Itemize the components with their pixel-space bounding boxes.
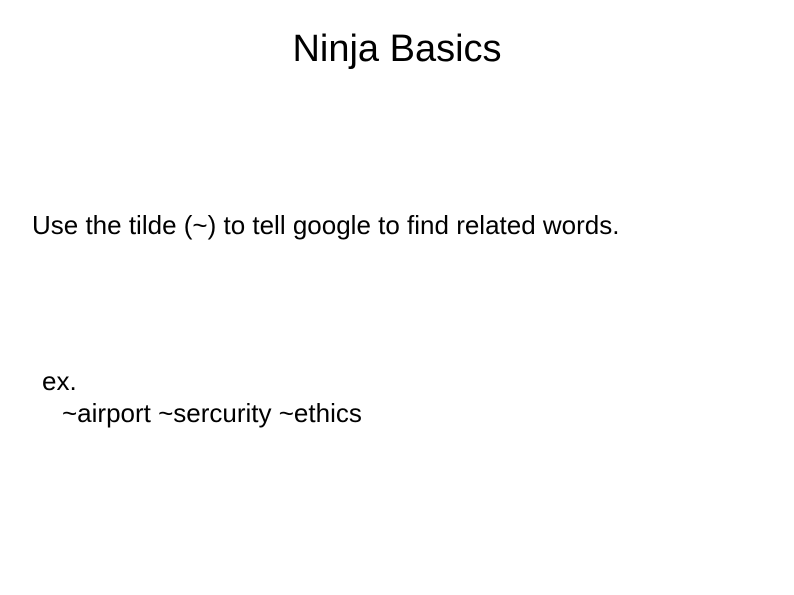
slide-title: Ninja Basics <box>0 28 794 71</box>
body-text: Use the tilde (~) to tell google to find… <box>32 210 620 241</box>
example-text: ~airport ~sercurity ~ethics <box>62 398 362 429</box>
example-label: ex. <box>42 366 77 397</box>
